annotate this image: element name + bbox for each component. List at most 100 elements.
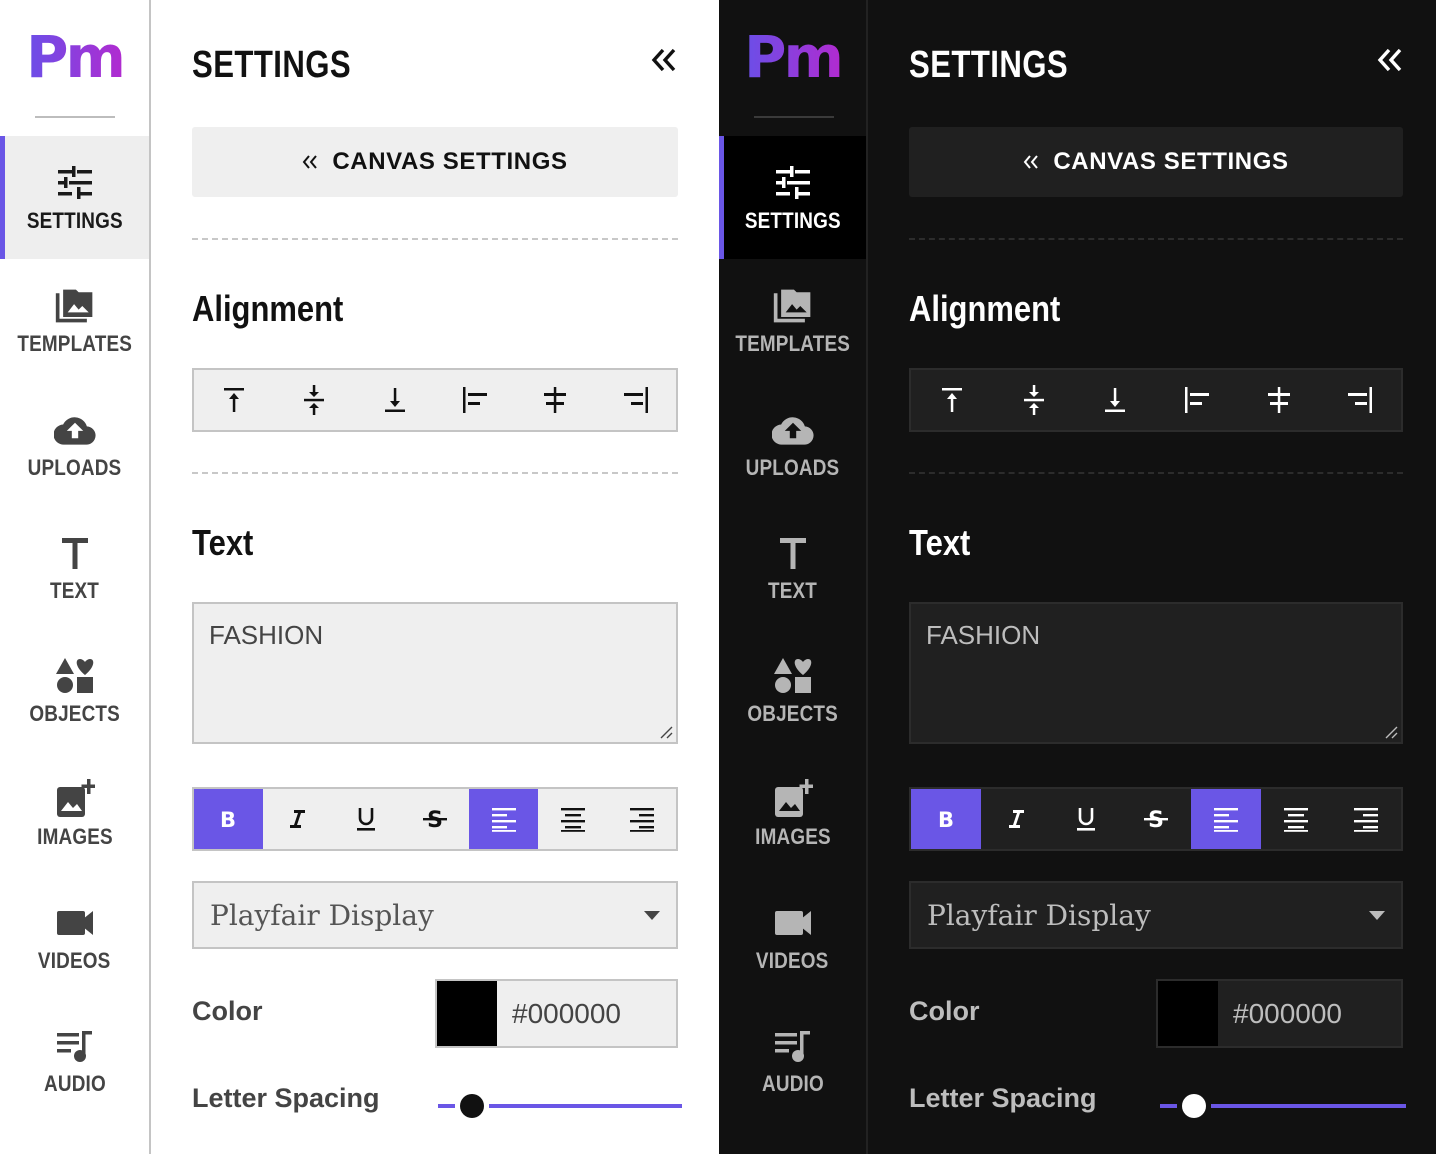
sidebar-item-text[interactable]: TEXT xyxy=(0,506,149,629)
canvas-settings-button[interactable]: CANVAS SETTINGS xyxy=(192,127,678,197)
sidebar-item-audio[interactable]: AUDIO xyxy=(719,999,866,1122)
letter-spacing-slider[interactable] xyxy=(1160,1091,1406,1121)
font-family-select[interactable]: Playfair Display xyxy=(909,881,1403,949)
slider-track xyxy=(489,1104,682,1108)
color-swatch[interactable] xyxy=(437,981,497,1046)
collapse-panel-button[interactable] xyxy=(644,40,684,80)
queue-music-icon xyxy=(54,1025,96,1067)
italic-button[interactable] xyxy=(981,789,1051,849)
videocam-icon xyxy=(772,902,814,944)
text-content-value: FASHION xyxy=(209,620,324,650)
text-align-center-button[interactable] xyxy=(538,789,607,849)
text-align-center-button[interactable] xyxy=(1261,789,1331,849)
sidebar-item-templates[interactable]: TEMPLATES xyxy=(719,259,866,382)
text-align-left-icon xyxy=(491,806,517,832)
letter-spacing-slider[interactable] xyxy=(438,1091,682,1121)
text-content-value: FASHION xyxy=(926,620,1041,650)
slider-track-filled xyxy=(438,1104,456,1108)
sidebar-item-objects[interactable]: OBJECTS xyxy=(719,629,866,752)
color-swatch[interactable] xyxy=(1158,981,1218,1046)
sliders-icon xyxy=(54,162,96,204)
sidebar-item-videos[interactable]: VIDEOS xyxy=(719,876,866,999)
align-right-icon xyxy=(1346,386,1374,414)
align-center-button[interactable] xyxy=(1238,370,1320,430)
text-align-left-button[interactable] xyxy=(1191,789,1261,849)
align-center-button[interactable] xyxy=(515,370,595,430)
font-family-select[interactable]: Playfair Display xyxy=(192,881,678,949)
sidebar-item-objects[interactable]: OBJECTS xyxy=(0,629,149,752)
align-right-button[interactable] xyxy=(596,370,676,430)
sidebar-item-images[interactable]: IMAGES xyxy=(0,752,149,875)
align-right-button[interactable] xyxy=(1319,370,1401,430)
color-hex-input[interactable]: #000000 xyxy=(497,981,676,1046)
color-hex-input[interactable]: #000000 xyxy=(1218,981,1401,1046)
text-align-right-button[interactable] xyxy=(1331,789,1401,849)
divider xyxy=(909,472,1403,474)
cloud-upload-icon xyxy=(53,409,96,451)
resize-grip-icon[interactable] xyxy=(1384,725,1398,739)
sidebar-item-label: AUDIO xyxy=(761,1070,824,1096)
text-align-left-button[interactable] xyxy=(469,789,539,849)
sidebar-item-settings[interactable]: SETTINGS xyxy=(0,136,149,259)
underline-button[interactable] xyxy=(332,789,401,849)
double-chevron-left-icon xyxy=(1024,155,1039,169)
strikethrough-icon: S xyxy=(422,806,448,832)
strikethrough-button[interactable]: S xyxy=(401,789,470,849)
slider-thumb[interactable] xyxy=(460,1094,485,1118)
letter-spacing-label: Letter Spacing xyxy=(192,1083,380,1113)
color-picker[interactable]: #000000 xyxy=(1156,979,1403,1048)
text-align-center-icon xyxy=(1283,806,1309,832)
align-bottom-button[interactable] xyxy=(355,370,435,430)
sidebar-item-templates[interactable]: TEMPLATES xyxy=(0,259,149,382)
double-chevron-left-icon xyxy=(303,155,318,169)
align-top-button[interactable] xyxy=(911,370,993,430)
color-picker[interactable]: #000000 xyxy=(435,979,678,1048)
panel-title: SETTINGS xyxy=(909,44,1069,86)
sidebar-item-label: OBJECTS xyxy=(29,700,120,726)
queue-music-icon xyxy=(772,1025,814,1067)
sidebar-item-label: TEMPLATES xyxy=(17,330,132,356)
sidebar-item-settings[interactable]: SETTINGS xyxy=(719,136,866,259)
bold-button[interactable]: B xyxy=(911,789,981,849)
text-content-input[interactable]: FASHION xyxy=(192,602,678,744)
collapse-panel-button[interactable] xyxy=(1370,40,1410,80)
add-photo-icon xyxy=(54,778,96,820)
sidebar-item-label: SETTINGS xyxy=(744,207,841,233)
align-left-button[interactable] xyxy=(435,370,515,430)
sidebar-item-label: UPLOADS xyxy=(745,454,840,480)
align-bottom-button[interactable] xyxy=(1074,370,1156,430)
sidebar-item-audio[interactable]: AUDIO xyxy=(0,999,149,1122)
align-middle-button[interactable] xyxy=(993,370,1075,430)
settings-panel: SETTINGS CANVAS SETTINGS Alignment Text … xyxy=(151,0,719,1154)
logo-divider xyxy=(35,116,115,118)
slider-track xyxy=(1211,1104,1406,1108)
text-format-button-group: BS xyxy=(909,787,1403,851)
canvas-settings-button[interactable]: CANVAS SETTINGS xyxy=(909,127,1403,197)
resize-grip-icon[interactable] xyxy=(659,725,673,739)
align-left-button[interactable] xyxy=(1156,370,1238,430)
sidebar-item-images[interactable]: IMAGES xyxy=(719,752,866,875)
align-top-button[interactable] xyxy=(194,370,274,430)
align-bottom-icon xyxy=(383,386,407,414)
italic-button[interactable] xyxy=(263,789,332,849)
sidebar-item-uploads[interactable]: UPLOADS xyxy=(0,383,149,506)
sidebar-item-uploads[interactable]: UPLOADS xyxy=(719,383,866,506)
logo-text: Pm xyxy=(26,23,126,91)
sidebar-item-videos[interactable]: VIDEOS xyxy=(0,876,149,999)
text-content-input[interactable]: FASHION xyxy=(909,602,1403,744)
dark-theme-panel: Pm SETTINGS TEMPLATES UPLOADS TEXT OBJECTS IM… xyxy=(719,0,1436,1154)
photo-library-icon xyxy=(54,285,96,327)
slider-thumb[interactable] xyxy=(1182,1094,1207,1118)
bold-button[interactable]: B xyxy=(194,789,263,849)
italic-icon xyxy=(1006,808,1026,830)
sidebar-item-label: IMAGES xyxy=(36,823,113,849)
align-middle-button[interactable] xyxy=(274,370,354,430)
text-align-right-button[interactable] xyxy=(607,789,676,849)
divider xyxy=(909,238,1403,240)
sidebar-rail: Pm SETTINGS TEMPLATES UPLOADS TEXT OBJECTS IM… xyxy=(0,0,151,1154)
underline-button[interactable] xyxy=(1051,789,1121,849)
text-align-center-icon xyxy=(560,806,586,832)
sidebar-item-label: AUDIO xyxy=(43,1070,106,1096)
strikethrough-button[interactable]: S xyxy=(1121,789,1191,849)
sidebar-item-text[interactable]: TEXT xyxy=(719,506,866,629)
